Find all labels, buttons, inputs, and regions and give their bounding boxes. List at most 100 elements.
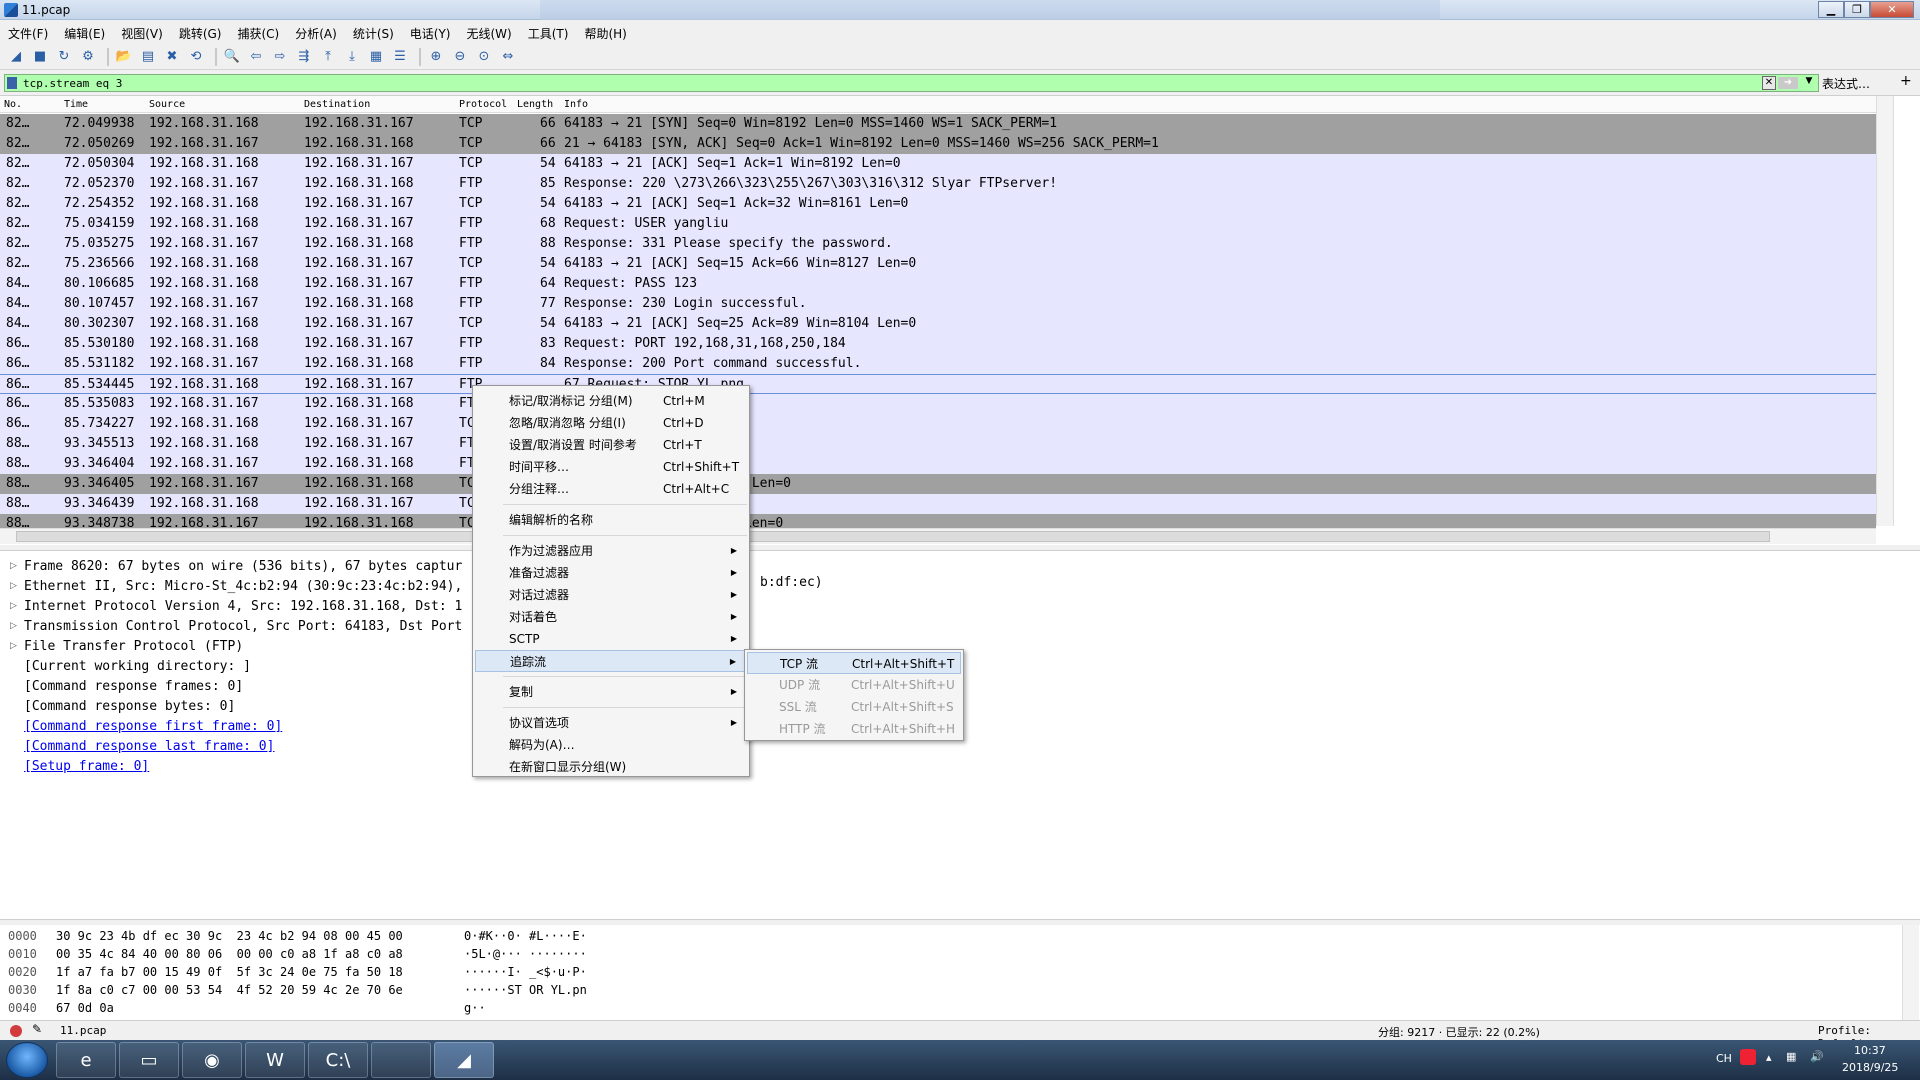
shark-fin-start-icon[interactable]: ◢ bbox=[6, 47, 26, 67]
context-menu-item[interactable]: 追踪流 ▶ bbox=[475, 650, 747, 672]
menu-item-9[interactable]: 工具(T) bbox=[520, 22, 577, 42]
clock-date[interactable]: 2018/9/25 bbox=[1842, 1061, 1898, 1074]
packet-row[interactable]: 82… 72.049938 192.168.31.168 192.168.31.167… bbox=[0, 114, 1876, 134]
zoom-out-icon[interactable]: ⊖ bbox=[450, 47, 470, 67]
horizontal-scroll-thumb[interactable] bbox=[16, 531, 1770, 542]
options-gear-icon[interactable]: ⚙ bbox=[78, 47, 98, 67]
context-menu-item[interactable]: 分组注释… Ctrl+Alt+C bbox=[475, 478, 747, 500]
packet-row[interactable]: 82… 75.236566 192.168.31.168 192.168.31.167… bbox=[0, 254, 1876, 274]
column-header-info[interactable]: Info bbox=[564, 99, 588, 110]
expand-triangle-icon[interactable]: ▷ bbox=[10, 641, 17, 651]
column-header-source[interactable]: Source bbox=[149, 99, 185, 110]
detail-tree-item[interactable]: Transmission Control Protocol, Src Port:… bbox=[24, 617, 462, 637]
packet-row[interactable]: 82… 75.035275 192.168.31.167 192.168.31.168… bbox=[0, 234, 1876, 254]
menu-item-0[interactable]: 文件(F) bbox=[0, 22, 56, 42]
context-menu-item[interactable]: 对话着色 ▶ bbox=[475, 606, 747, 628]
detail-tree-item[interactable]: [Command response frames: 0] bbox=[24, 677, 243, 697]
zoom-normal-icon[interactable]: ⊙ bbox=[474, 47, 494, 67]
edit-comment-icon[interactable]: ✎ bbox=[32, 1022, 42, 1036]
cmd-icon[interactable]: C:\ bbox=[308, 1042, 368, 1078]
colorize-icon[interactable]: ☰ bbox=[390, 47, 410, 67]
packet-row[interactable]: 88… 93.346405 192.168.31.167 192.168.31.168… bbox=[0, 474, 1876, 494]
packet-list-vertical-scrollbar[interactable] bbox=[1876, 96, 1893, 526]
packet-row[interactable]: 82… 72.254352 192.168.31.168 192.168.31.167… bbox=[0, 194, 1876, 214]
tray-expand-icon[interactable]: ▴ bbox=[1766, 1051, 1772, 1064]
filter-bookmark-icon[interactable] bbox=[7, 77, 17, 89]
menu-item-1[interactable]: 编辑(E) bbox=[56, 22, 113, 42]
start-button[interactable] bbox=[6, 1042, 48, 1078]
byte-hex[interactable]: 30 9c 23 4b df ec 30 9c 23 4c b2 94 08 0… bbox=[56, 927, 403, 945]
close-window-button[interactable]: ✕ bbox=[1870, 1, 1914, 18]
open-folder-icon[interactable]: 📂 bbox=[114, 47, 134, 67]
packet-row[interactable]: 86… 85.734227 192.168.31.168 192.168.31.167… bbox=[0, 414, 1876, 434]
menu-item-7[interactable]: 电话(Y) bbox=[402, 22, 459, 42]
column-header-protocol[interactable]: Protocol bbox=[459, 99, 507, 110]
context-menu-item[interactable]: SCTP ▶ bbox=[475, 628, 747, 650]
menu-item-8[interactable]: 无线(W) bbox=[459, 22, 520, 42]
packet-row[interactable]: 86… 85.534445 192.168.31.168 192.168.31.167… bbox=[0, 374, 1876, 394]
menu-item-3[interactable]: 跳转(G) bbox=[171, 22, 230, 42]
expand-triangle-icon[interactable]: ▷ bbox=[10, 561, 17, 571]
word-icon[interactable]: W bbox=[245, 1042, 305, 1078]
byte-hex[interactable]: 67 0d 0a bbox=[56, 999, 114, 1017]
byte-ascii[interactable]: g·· bbox=[464, 999, 486, 1017]
byte-hex[interactable]: 1f 8a c0 c7 00 00 53 54 4f 52 20 59 4c 2… bbox=[56, 981, 403, 999]
ie-icon[interactable]: e bbox=[56, 1042, 116, 1078]
byte-hex[interactable]: 00 35 4c 84 40 00 80 06 00 00 c0 a8 1f a… bbox=[56, 945, 403, 963]
packet-row[interactable]: 82… 72.052370 192.168.31.167 192.168.31.168… bbox=[0, 174, 1876, 194]
menu-item-6[interactable]: 统计(S) bbox=[345, 22, 402, 42]
volume-icon[interactable]: 🔊 bbox=[1810, 1050, 1824, 1063]
menu-item-10[interactable]: 帮助(H) bbox=[576, 22, 634, 42]
explorer-folder-icon[interactable]: ▭ bbox=[119, 1042, 179, 1078]
first-packet-icon[interactable]: ⤒ bbox=[318, 47, 338, 67]
packet-row[interactable]: 86… 85.531182 192.168.31.167 192.168.31.168… bbox=[0, 354, 1876, 374]
context-menu-item[interactable]: 复制 ▶ bbox=[475, 681, 747, 703]
context-menu-item[interactable]: 标记/取消标记 分组(M) Ctrl+M bbox=[475, 390, 747, 412]
detail-tree-item[interactable]: [Current working directory: ] bbox=[24, 657, 251, 677]
find-icon[interactable]: 🔍 bbox=[222, 47, 242, 67]
wireshark-icon[interactable]: ◢ bbox=[434, 1042, 494, 1078]
network-icon[interactable]: ▦ bbox=[1786, 1050, 1796, 1063]
context-menu-item[interactable]: 协议首选项 ▶ bbox=[475, 712, 747, 734]
packet-row[interactable]: 82… 72.050304 192.168.31.168 192.168.31.167… bbox=[0, 154, 1876, 174]
expression-button[interactable]: 表达式… bbox=[1822, 75, 1870, 92]
packet-row[interactable]: 86… 85.535083 192.168.31.167 192.168.31.168… bbox=[0, 394, 1876, 414]
display-filter-input[interactable] bbox=[23, 76, 1763, 90]
packet-row[interactable]: 82… 72.050269 192.168.31.167 192.168.31.168… bbox=[0, 134, 1876, 154]
packet-row[interactable]: 88… 93.346439 192.168.31.168 192.168.31.167… bbox=[0, 494, 1876, 514]
packet-list-minimap[interactable] bbox=[1893, 96, 1920, 526]
context-menu-item[interactable]: 时间平移… Ctrl+Shift+T bbox=[475, 456, 747, 478]
minimize-button[interactable]: ▁ bbox=[1818, 1, 1844, 18]
detail-tree-item[interactable]: File Transfer Protocol (FTP) bbox=[24, 637, 243, 657]
bytes-pane-scrollbar[interactable] bbox=[1902, 925, 1919, 1020]
back-arrow-icon[interactable]: ⇦ bbox=[246, 47, 266, 67]
detail-link[interactable]: [Command response first frame: 0] bbox=[24, 717, 282, 737]
expand-triangle-icon[interactable]: ▷ bbox=[10, 621, 17, 631]
sogou-input-icon[interactable] bbox=[1740, 1049, 1756, 1065]
packet-row[interactable]: 84… 80.107457 192.168.31.167 192.168.31.168… bbox=[0, 294, 1876, 314]
save-icon[interactable]: ▤ bbox=[138, 47, 158, 67]
last-packet-icon[interactable]: ⤓ bbox=[342, 47, 362, 67]
expert-info-icon[interactable] bbox=[10, 1025, 22, 1037]
byte-ascii[interactable]: ······ST OR YL.pn bbox=[464, 981, 587, 999]
clock-time[interactable]: 10:37 bbox=[1854, 1044, 1886, 1057]
blank-window-icon[interactable] bbox=[371, 1042, 431, 1078]
byte-ascii[interactable]: ·5L·@··· ········ bbox=[464, 945, 587, 963]
close-file-icon[interactable]: ✖ bbox=[162, 47, 182, 67]
column-header-destination[interactable]: Destination bbox=[304, 99, 370, 110]
detail-link[interactable]: [Command response last frame: 0] bbox=[24, 737, 274, 757]
byte-hex[interactable]: 1f a7 fa b7 00 15 49 0f 5f 3c 24 0e 75 f… bbox=[56, 963, 403, 981]
menu-item-4[interactable]: 捕获(C) bbox=[229, 22, 287, 42]
packet-list-horizontal-scrollbar[interactable] bbox=[0, 528, 1876, 544]
context-menu-item[interactable]: 对话过滤器 ▶ bbox=[475, 584, 747, 606]
packet-row[interactable]: 84… 80.106685 192.168.31.168 192.168.31.167… bbox=[0, 274, 1876, 294]
input-language-indicator[interactable]: CH bbox=[1716, 1052, 1732, 1065]
restart-icon[interactable]: ↻ bbox=[54, 47, 74, 67]
reload-icon[interactable]: ⟲ bbox=[186, 47, 206, 67]
byte-ascii[interactable]: 0·#K··0· #L····E· bbox=[464, 927, 587, 945]
packet-row[interactable]: 88… 93.346404 192.168.31.167 192.168.31.168… bbox=[0, 454, 1876, 474]
detail-tree-item[interactable]: [Command response bytes: 0] bbox=[24, 697, 235, 717]
detail-tree-item[interactable]: Internet Protocol Version 4, Src: 192.16… bbox=[24, 597, 462, 617]
go-to-packet-icon[interactable]: ⇶ bbox=[294, 47, 314, 67]
expand-triangle-icon[interactable]: ▷ bbox=[10, 601, 17, 611]
